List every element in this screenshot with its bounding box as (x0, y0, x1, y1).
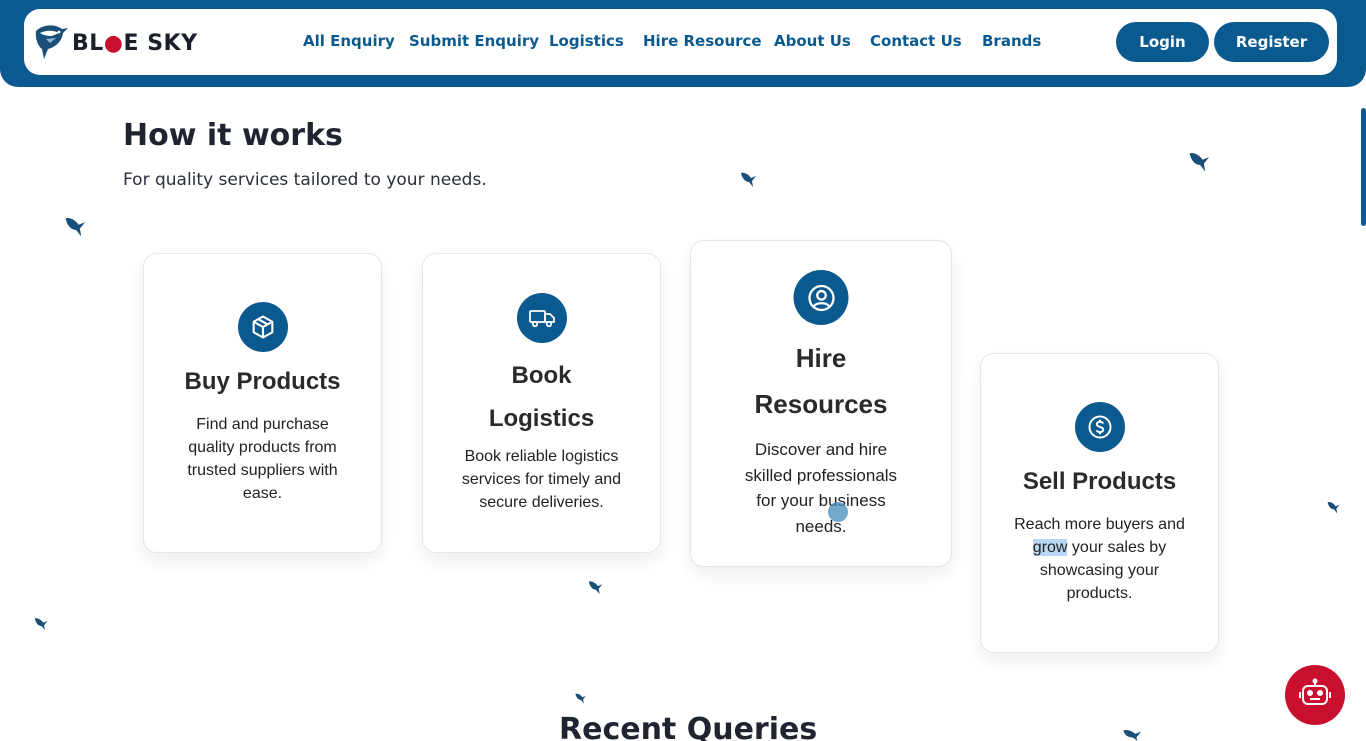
drop-icon: ● (103, 31, 124, 56)
robot-icon (1298, 678, 1332, 713)
section-subtitle: For quality services tailored to your ne… (123, 170, 487, 190)
dollar-circle-icon (1074, 402, 1125, 452)
card-title: Buy Products (184, 368, 341, 395)
bird-icon (739, 169, 759, 194)
bird-icon (1326, 499, 1342, 520)
card-description: Reach more buyers and grow your sales by… (1014, 516, 1185, 602)
scrollbar-thumb[interactable] (1361, 108, 1366, 226)
brand-name: BL●E SKY (72, 31, 198, 56)
nav-all-enquiry[interactable]: All Enquiry (303, 32, 395, 50)
card-hire-resources[interactable]: Hire Resources Discover and hire skilled… (690, 240, 952, 567)
card-title: Hire Resources (754, 343, 888, 419)
chatbot-button[interactable] (1285, 665, 1345, 725)
card-book-logistics[interactable]: Book Logistics Book reliable logistics s… (422, 253, 661, 553)
nav-logistics[interactable]: Logistics (549, 32, 624, 50)
nav-brands[interactable]: Brands (982, 32, 1041, 50)
bird-icon (1187, 148, 1213, 179)
register-button[interactable]: Register (1214, 22, 1329, 62)
text-selection: grow (1032, 539, 1068, 556)
card-title: Book Logistics (488, 362, 595, 432)
truck-icon (516, 293, 567, 343)
login-button[interactable]: Login (1116, 22, 1209, 62)
section-title: How it works (123, 118, 343, 153)
bird-icon (63, 213, 89, 244)
user-circle-icon (793, 270, 849, 325)
card-sell-products[interactable]: Sell Products Reach more buyers and grow… (980, 353, 1219, 653)
cursor-indicator (828, 502, 848, 522)
card-description: Find and purchase quality products from … (187, 416, 338, 502)
card-title: Sell Products (1022, 468, 1177, 495)
nav-contact-us[interactable]: Contact Us (870, 32, 962, 50)
bird-icon (587, 578, 605, 601)
bird-icon (33, 615, 50, 637)
bird-icon (1122, 728, 1146, 741)
nav-about-us[interactable]: About Us (774, 32, 851, 50)
bird-icon (574, 691, 588, 710)
recent-queries-title: Recent Queries (559, 712, 818, 741)
nav-hire-resource[interactable]: Hire Resource (643, 32, 762, 50)
eagle-logo-icon (32, 21, 70, 66)
card-buy-products[interactable]: Buy Products Find and purchase quality p… (143, 253, 382, 553)
box-icon (237, 302, 288, 352)
brand-logo[interactable]: BL●E SKY (32, 21, 198, 66)
card-description: Discover and hire skilled professionals … (744, 440, 898, 536)
nav-submit-enquiry[interactable]: Submit Enquiry (409, 32, 539, 50)
card-description: Book reliable logistics services for tim… (461, 448, 622, 511)
